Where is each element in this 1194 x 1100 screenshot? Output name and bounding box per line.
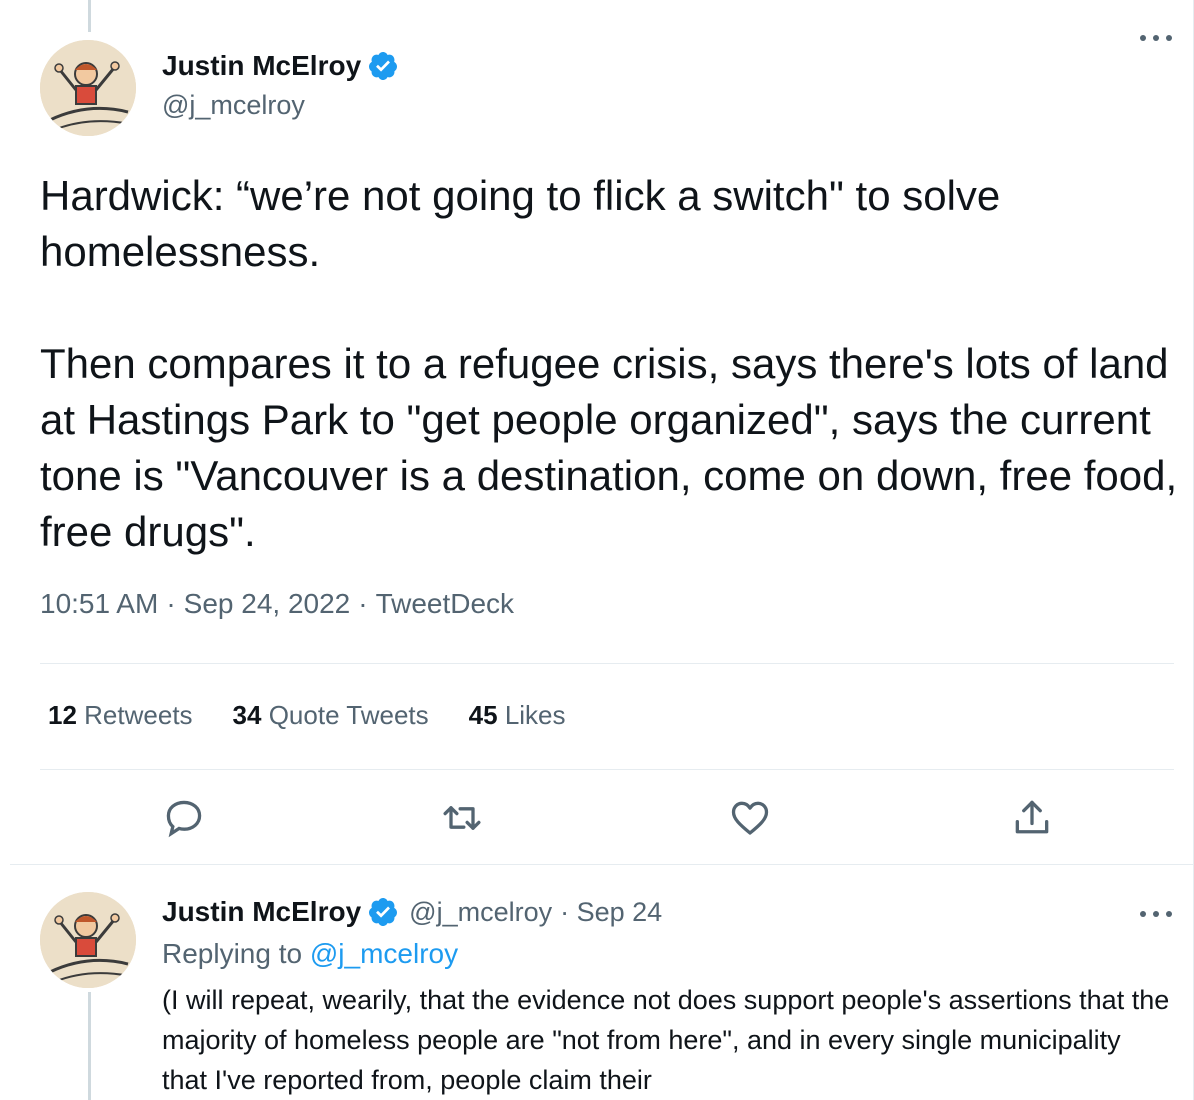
share-icon[interactable] — [1010, 796, 1054, 840]
quote-tweets-stat[interactable]: 34 Quote Tweets — [233, 700, 429, 731]
likes-label: Likes — [504, 700, 566, 730]
reply-date[interactable]: · Sep 24 — [560, 897, 662, 928]
more-options-icon[interactable] — [1136, 904, 1176, 924]
retweet-icon[interactable] — [440, 796, 484, 840]
reply-icon[interactable] — [162, 796, 206, 840]
meta-separator: · — [166, 588, 176, 619]
verified-badge-icon — [367, 896, 399, 928]
tweet-paragraph: Hardwick: “we’re not going to flick a sw… — [40, 172, 1001, 275]
tweet-text: Hardwick: “we’re not going to flick a sw… — [40, 168, 1180, 560]
tweet-date[interactable]: Sep 24, 2022 — [184, 588, 351, 619]
tweet-time[interactable]: 10:51 AM — [40, 588, 158, 619]
divider — [40, 769, 1174, 770]
replying-to-link[interactable]: @j_mcelroy — [310, 938, 458, 969]
replying-to: Replying to @j_mcelroy — [162, 938, 458, 970]
likes-stat[interactable]: 45 Likes — [469, 700, 566, 731]
meta-separator: · — [358, 588, 368, 619]
reply-author-name-row: Justin McElroy @j_mcelroy · Sep 24 — [162, 896, 662, 928]
quote-tweets-count: 34 — [232, 700, 262, 730]
author-avatar[interactable] — [40, 40, 136, 136]
thread-line — [88, 0, 91, 32]
like-icon[interactable] — [728, 796, 772, 840]
thread-line — [88, 992, 91, 1100]
likes-count: 45 — [468, 700, 498, 730]
avatar-illustration-icon — [40, 892, 136, 988]
reply-author-display-name[interactable]: Justin McElroy — [162, 896, 361, 928]
divider — [40, 663, 1174, 664]
tweet-paragraph: Then compares it to a refugee crisis, sa… — [40, 340, 1178, 555]
tweet-separator — [10, 864, 1194, 865]
author-display-name[interactable]: Justin McElroy — [162, 50, 361, 82]
author-handle[interactable]: @j_mcelroy — [162, 90, 305, 121]
verified-badge-icon — [367, 50, 399, 82]
reply-author-avatar[interactable] — [40, 892, 136, 988]
retweets-stat[interactable]: 12 Retweets — [48, 700, 193, 731]
retweets-count: 12 — [48, 700, 77, 730]
avatar-illustration-icon — [40, 40, 136, 136]
tweet-meta: 10:51 AM · Sep 24, 2022 · TweetDeck — [40, 588, 514, 620]
retweets-label: Retweets — [84, 700, 193, 730]
tweet-stats: 12 Retweets 34 Quote Tweets 45 Likes — [48, 700, 606, 731]
author-name-row: Justin McElroy — [162, 50, 399, 82]
reply-text: (I will repeat, wearily, that the eviden… — [162, 985, 1170, 1095]
reply-author-handle[interactable]: @j_mcelroy — [409, 897, 552, 928]
replying-to-prefix: Replying to — [162, 938, 303, 969]
tweet-source[interactable]: TweetDeck — [376, 588, 515, 619]
quote-tweets-label: Quote Tweets — [268, 700, 429, 730]
more-options-icon[interactable] — [1136, 28, 1176, 48]
